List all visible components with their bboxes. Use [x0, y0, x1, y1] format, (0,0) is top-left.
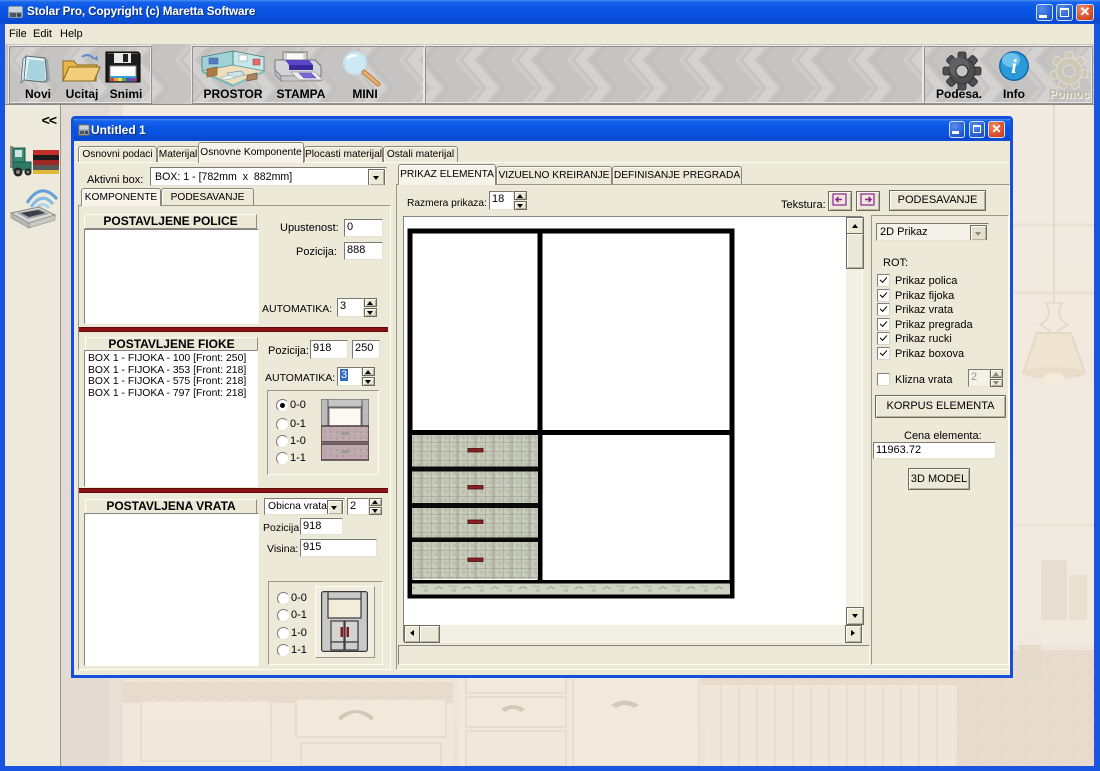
svg-text:i: i	[1011, 56, 1017, 78]
